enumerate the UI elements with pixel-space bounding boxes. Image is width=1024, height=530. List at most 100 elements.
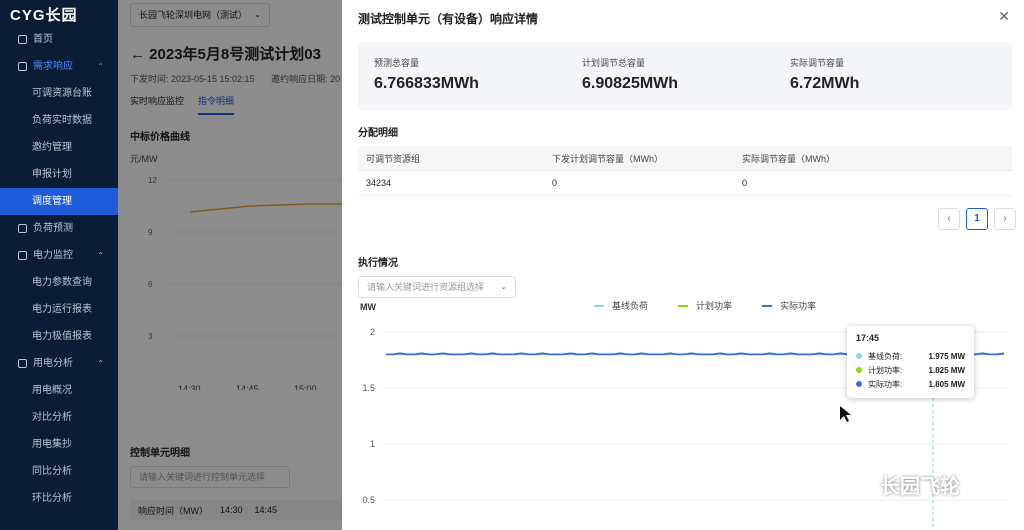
chevron-up-icon: ⌃ <box>97 251 104 260</box>
menu-icon <box>18 359 27 368</box>
summary-plan: 计划调节总容量 6.90825MWh <box>582 56 678 93</box>
sidebar-item[interactable]: 首页 <box>0 26 118 53</box>
y-tick-label: 2 <box>370 327 375 337</box>
tooltip-label: 实际功率: <box>868 379 903 389</box>
tooltip-value: 1.975 MW <box>928 351 965 361</box>
chevron-up-icon: ⌃ <box>97 359 104 368</box>
summary-value: 6.90825MWh <box>582 75 679 92</box>
legend-label: 计划功率 <box>696 300 732 311</box>
alloc-table: 可调节资源组 下发计划调节容量（MWh） 实际调节容量（MWh） 34234 0… <box>358 146 1012 196</box>
sidebar-item[interactable]: 邀约管理 <box>0 134 118 161</box>
y-tick-label: 0.5 <box>362 495 375 505</box>
brand-logo: CYG长园 <box>10 7 78 24</box>
sidebar-item-label: 负荷实时数据 <box>32 115 92 126</box>
col-header: 下发计划调节容量（MWh） <box>552 153 663 164</box>
tooltip-row: 基线负荷: 1.975 MW <box>856 349 965 363</box>
sidebar-item-label: 环比分析 <box>32 493 72 504</box>
summary-actual: 实际调节容量 6.72MWh <box>790 56 859 93</box>
col-header: 可调节资源组 <box>366 153 421 164</box>
tooltip-row: 实际功率: 1.805 MW <box>856 377 965 391</box>
watermark-text: 长园飞轮 <box>880 476 960 498</box>
sidebar-item[interactable]: 需求响应 ⌃ <box>0 53 118 80</box>
sidebar-item-label: 对比分析 <box>32 412 72 423</box>
cursor-icon <box>840 406 851 422</box>
resource-group-select[interactable]: 请输入关键词进行资源组选择 ⌄ <box>358 276 516 298</box>
summary-label: 实际调节容量 <box>790 58 845 68</box>
summary-value: 6.766833MWh <box>374 75 479 92</box>
select-placeholder: 请输入关键词进行资源组选择 <box>367 282 485 292</box>
y-tick-label: 1 <box>370 439 375 449</box>
sidebar-item-label: 电力监控 <box>33 250 73 261</box>
sidebar-item[interactable]: 申报计划 <box>0 161 118 188</box>
summary-forecast: 预测总容量 6.766833MWh <box>374 56 479 93</box>
close-icon[interactable]: ✕ <box>998 8 1010 25</box>
wechat-icon <box>850 473 872 496</box>
sidebar: CYG长园 首页需求响应 ⌃ 可调资源台账 负荷实时数据 邀约管理申报计划调度管理负荷预… <box>0 0 118 530</box>
alloc-title: 分配明细 <box>358 128 398 139</box>
baseline-dot-icon <box>856 353 862 359</box>
sidebar-item-label: 调度管理 <box>32 196 72 207</box>
sidebar-item-label: 电力极值报表 <box>32 331 92 342</box>
menu-icon <box>18 62 27 71</box>
summary-label: 计划调节总容量 <box>582 58 646 68</box>
sidebar-item-label: 邀约管理 <box>32 142 72 153</box>
sidebar-item[interactable]: 用电概况 <box>0 377 118 404</box>
y-tick-label: 1.5 <box>362 383 375 393</box>
sidebar-item[interactable]: 负荷预测 <box>0 215 118 242</box>
sidebar-item-label: 申报计划 <box>32 169 72 180</box>
drawer-title: 测试控制单元（有设备）响应详情 <box>358 12 539 26</box>
pagination: ‹ 1 › <box>938 208 1016 230</box>
sidebar-item[interactable]: 同比分析 <box>0 458 118 485</box>
sidebar-item[interactable]: 负荷实时数据 <box>0 107 118 134</box>
actual-dot-icon <box>856 381 862 387</box>
sidebar-item-label: 首页 <box>33 34 53 45</box>
sidebar-item[interactable]: 环比分析 <box>0 485 118 512</box>
capacity-summary: 预测总容量 6.766833MWh 计划调节总容量 6.90825MWh 实际调… <box>358 42 1012 110</box>
next-page-button[interactable]: › <box>994 208 1016 230</box>
table-cell: 34234 <box>366 178 392 188</box>
sidebar-item[interactable]: 用电集抄 <box>0 431 118 458</box>
sidebar-item-label: 负荷预测 <box>33 223 73 234</box>
menu-icon <box>18 224 27 233</box>
modal-backdrop[interactable] <box>118 0 342 530</box>
sidebar-item[interactable]: 调度管理 <box>0 188 118 215</box>
legend-label: 实际功率 <box>780 300 816 311</box>
sidebar-item[interactable]: 可调资源台账 <box>0 80 118 107</box>
table-header-row: 可调节资源组 下发计划调节容量（MWh） 实际调节容量（MWh） <box>358 146 1012 171</box>
sidebar-item-label: 需求响应 <box>33 61 73 72</box>
sidebar-item[interactable]: 对比分析 <box>0 404 118 431</box>
sidebar-item[interactable]: 电力监控 ⌃ <box>0 242 118 269</box>
sidebar-item[interactable]: 用电分析 ⌃ <box>0 350 118 377</box>
y-axis-label: MW <box>360 302 376 312</box>
watermark: 长园飞轮 <box>850 470 960 499</box>
tooltip-row: 计划功率: 1.825 MW <box>856 363 965 377</box>
tooltip-label: 基线负荷: <box>868 351 903 361</box>
sidebar-item[interactable]: 电力参数查询 <box>0 269 118 296</box>
sidebar-item-label: 电力运行报表 <box>32 304 92 315</box>
menu-icon <box>18 251 27 260</box>
sidebar-item-label: 用电概况 <box>32 385 72 396</box>
sidebar-item-label: 用电集抄 <box>32 439 72 450</box>
table-row: 34234 0 0 <box>358 171 1012 196</box>
tooltip-value: 1.805 MW <box>928 379 965 389</box>
detail-drawer: 测试控制单元（有设备）响应详情 ✕ 预测总容量 6.766833MWh 计划调节… <box>342 0 1024 530</box>
sidebar-item-label: 同比分析 <box>32 466 72 477</box>
chart-tooltip: 17:45 基线负荷: 1.975 MW 计划功率: 1.825 MW 实际功率… <box>847 326 974 398</box>
sidebar-item-label: 可调资源台账 <box>32 88 92 99</box>
summary-label: 预测总容量 <box>374 58 420 68</box>
tooltip-label: 计划功率: <box>868 365 903 375</box>
legend-label: 基线负荷 <box>612 300 648 311</box>
tooltip-time: 17:45 <box>856 333 880 343</box>
chevron-down-icon: ⌄ <box>500 282 507 291</box>
summary-value: 6.72MWh <box>790 75 860 92</box>
table-cell: 0 <box>742 178 748 188</box>
chevron-up-icon: ⌃ <box>97 62 104 71</box>
sidebar-item-label: 电力参数查询 <box>32 277 92 288</box>
exec-title: 执行情况 <box>358 258 398 269</box>
sidebar-item[interactable]: 电力极值报表 <box>0 323 118 350</box>
sidebar-item[interactable]: 电力运行报表 <box>0 296 118 323</box>
plan-dot-icon <box>856 367 862 373</box>
table-cell: 0 <box>552 178 558 188</box>
prev-page-button[interactable]: ‹ <box>938 208 960 230</box>
page-1-button[interactable]: 1 <box>966 208 988 230</box>
